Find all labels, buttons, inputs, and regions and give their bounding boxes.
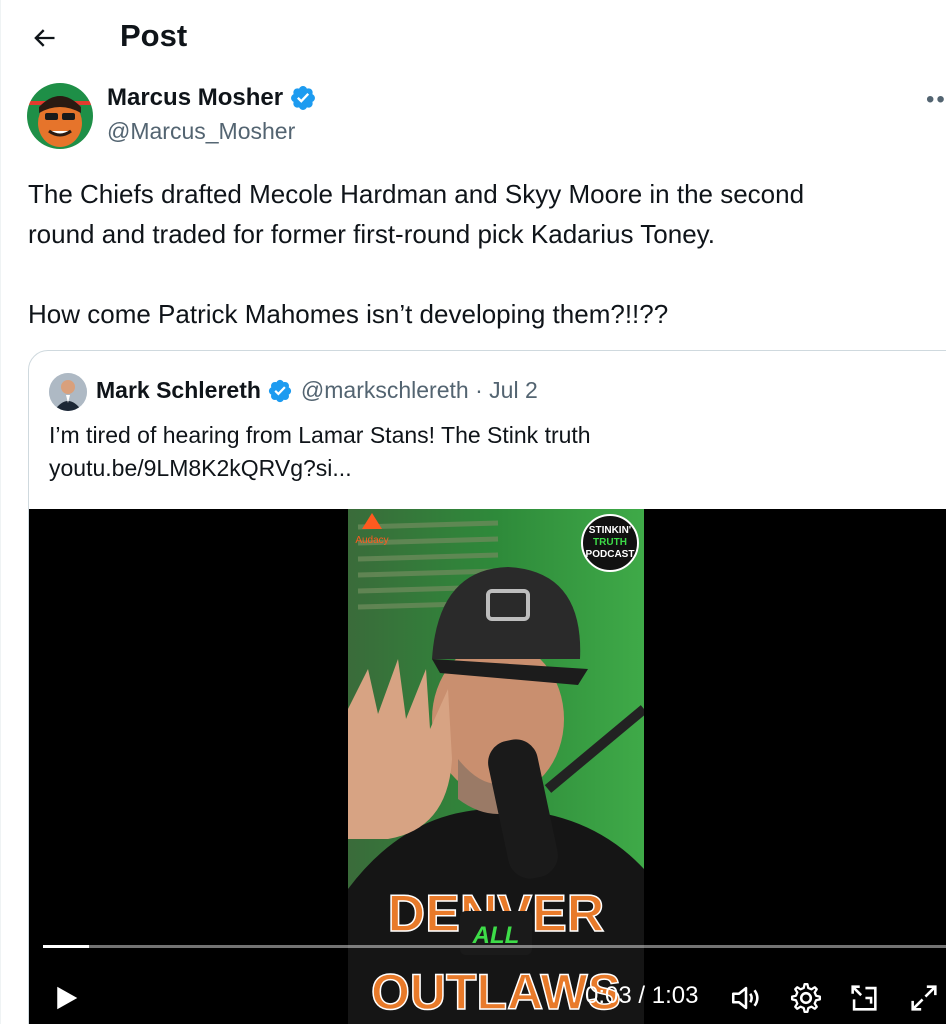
- picture-in-picture-icon[interactable]: [847, 981, 881, 1015]
- tweet-text-line: round and traded for former first-round …: [28, 219, 715, 249]
- quote-author-name[interactable]: Mark Schlereth: [96, 377, 261, 404]
- volume-icon[interactable]: [729, 981, 763, 1015]
- verified-badge-icon: [291, 86, 316, 110]
- quote-header: Mark Schlereth @markschlereth · Jul 2: [96, 377, 538, 404]
- quote-date[interactable]: Jul 2: [489, 377, 538, 404]
- back-button[interactable]: [26, 20, 62, 56]
- badge-line-1: STINKIN': [589, 525, 631, 536]
- time-current: 0:03: [585, 982, 632, 1009]
- author-handle[interactable]: @Marcus_Mosher: [107, 118, 295, 145]
- tweet-text-line: How come Patrick Mahomes isn’t developin…: [28, 299, 669, 329]
- page-title: Post: [120, 18, 188, 53]
- author-name[interactable]: Marcus Mosher: [107, 84, 317, 112]
- quote-author-handle[interactable]: @markschlereth: [301, 377, 469, 404]
- quoted-post[interactable]: Mark Schlereth @markschlereth · Jul 2 I’…: [28, 350, 946, 1024]
- badge-line-2: TRUTH: [593, 537, 627, 548]
- fullscreen-icon[interactable]: [907, 981, 941, 1015]
- video-progress-fill: [43, 945, 89, 948]
- video-player[interactable]: DENVER OUTLAWS ALL Audacy STINKIN' TRUTH…: [29, 509, 946, 1024]
- time-total: 1:03: [651, 982, 699, 1009]
- gear-icon[interactable]: [789, 981, 823, 1015]
- video-time: 0:03 / 1:03: [585, 982, 698, 1010]
- quote-avatar: [49, 373, 87, 411]
- quote-separator: ·: [468, 377, 490, 403]
- shirt-text-bottom: OUTLAWS: [371, 964, 621, 1020]
- avatar[interactable]: [27, 83, 93, 149]
- time-separator: /: [631, 982, 652, 1009]
- post-header: Post: [0, 0, 946, 78]
- more-icon[interactable]: ••: [926, 86, 946, 114]
- quote-link[interactable]: youtu.be/9LM8K2kQRVg?si...: [49, 452, 591, 485]
- audacy-logo: Audacy: [355, 535, 388, 546]
- quote-text-line: I’m tired of hearing from Lamar Stans! T…: [49, 422, 591, 448]
- tweet-text: The Chiefs drafted Mecole Hardman and Sk…: [28, 174, 928, 334]
- video-progress-bar[interactable]: [43, 945, 946, 948]
- tweet-text-line: The Chiefs drafted Mecole Hardman and Sk…: [28, 179, 805, 209]
- badge-line-3: PODCAST: [586, 549, 635, 560]
- play-icon[interactable]: [51, 983, 81, 1013]
- author-name-text: Marcus Mosher: [107, 84, 284, 111]
- column-border: [0, 0, 1, 1024]
- quote-text: I’m tired of hearing from Lamar Stans! T…: [49, 419, 591, 485]
- arrow-left-icon: [34, 29, 55, 47]
- verified-badge-icon: [268, 379, 292, 402]
